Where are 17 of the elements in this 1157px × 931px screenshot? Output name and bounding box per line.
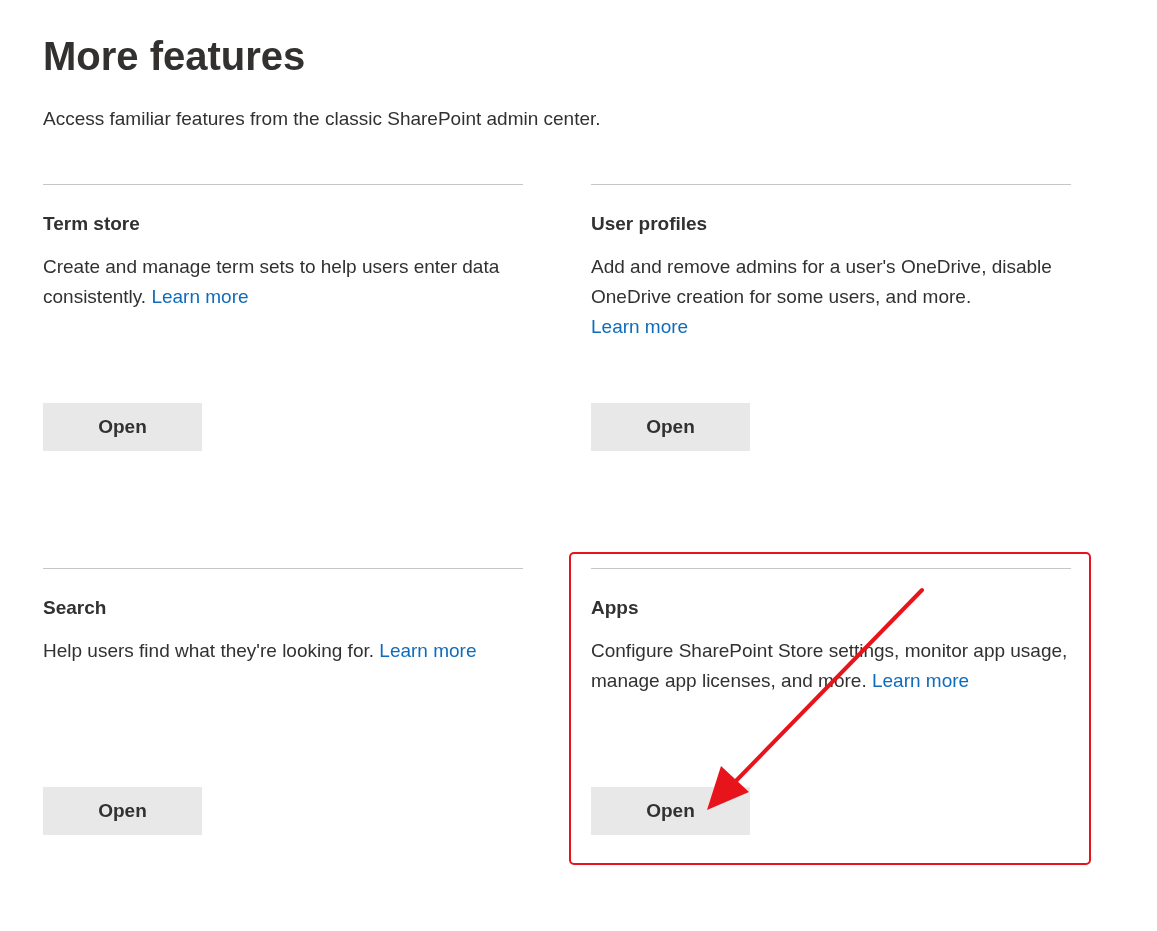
page-subtitle: Access familiar features from the classic SharePoint admin center. [43,107,602,131]
learn-more-link[interactable]: Learn more [151,286,249,307]
learn-more-link[interactable]: Learn more [591,316,689,337]
card-description: Add and remove admins for a user's OneDrive, disable OneDrive creation for some users, and more. Learn more [591,255,1053,339]
open-button[interactable]: Open [591,787,750,835]
card-title: Term store [43,212,141,236]
card-title: Apps [591,596,640,620]
open-button[interactable]: Open [43,403,202,451]
learn-more-link[interactable]: Learn more [871,670,970,691]
card-description: Create and manage term sets to help users enter data consistently. Learn more [43,255,501,309]
card-title: Search [43,596,108,620]
open-button[interactable]: Open [43,787,202,835]
page-title: More features [43,33,307,80]
open-button[interactable]: Open [591,403,750,451]
learn-more-link[interactable]: Learn more [379,640,477,661]
card-description: Help users find what they're looking for. Learn more [43,639,478,663]
card-title: User profiles [591,212,709,236]
